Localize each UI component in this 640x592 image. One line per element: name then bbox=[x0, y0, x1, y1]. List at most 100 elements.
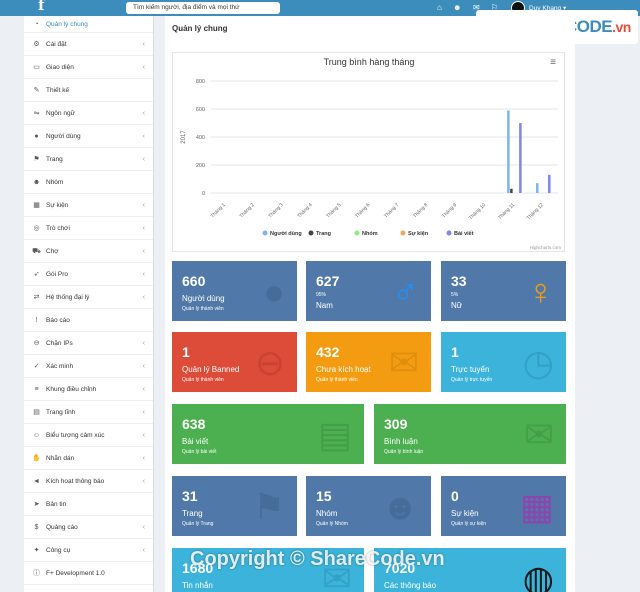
stat-sublink[interactable]: Quản lý thành viên bbox=[182, 306, 224, 312]
stat-label: Trực tuyến bbox=[451, 365, 490, 374]
sidebar-item-14[interactable]: ⊖ Chặn IPs ‹ bbox=[24, 332, 153, 355]
flag-icon: ⚑ bbox=[252, 486, 285, 527]
hand-icon: ✋ bbox=[32, 454, 41, 462]
sidebar-item-9[interactable]: ◎ Trò chơi ‹ bbox=[24, 217, 153, 240]
rocket-icon: ➶ bbox=[33, 270, 40, 278]
stat-sublink[interactable]: Quản lý bài viết bbox=[182, 449, 216, 455]
sidebar-item-8[interactable]: ▦ Sự kiện ‹ bbox=[24, 194, 153, 217]
chart-xtick-label: Tháng 10 bbox=[468, 202, 487, 221]
sidebar-item-label: Thiết kế bbox=[46, 86, 70, 94]
stat-sublink[interactable]: Quản lý bình luận bbox=[384, 449, 423, 455]
chevron-left-icon: ‹ bbox=[142, 362, 145, 370]
alert-icon: ! bbox=[35, 316, 38, 324]
page-title: Quản lý chung bbox=[172, 24, 228, 33]
chart-xtick-label: Tháng 9 bbox=[441, 202, 458, 219]
stat-card[interactable]: 660 Người dùng Quản lý thành viên ● bbox=[172, 261, 297, 321]
gear-icon: ⚙ bbox=[33, 40, 40, 48]
sidebar-item-2[interactable]: ▭ Giao diện ‹ bbox=[24, 56, 153, 79]
sidebar-item-4[interactable]: ⇋ Ngôn ngữ ‹ bbox=[24, 102, 153, 125]
sidebar-item-12[interactable]: ⇄ Hệ thống đại lý ‹ bbox=[24, 286, 153, 309]
chart-menu-icon: ≡ bbox=[550, 57, 556, 68]
stat-card[interactable]: 15 Nhóm Quản lý Nhóm ☻ bbox=[306, 476, 431, 536]
sidebar-item-1[interactable]: ⚙ Cài đặt ‹ bbox=[24, 33, 153, 56]
sidebar-item-label: Nhãn dán bbox=[46, 454, 75, 462]
sidebar-item-6[interactable]: ⚑ Trang ‹ bbox=[24, 148, 153, 171]
stat-sublink[interactable]: Quản lý thành viên bbox=[316, 377, 358, 383]
stat-card[interactable]: 627 95% Nam ♂ bbox=[306, 261, 431, 321]
sidebar-item-18[interactable]: ☺ Biểu tượng cảm xúc ‹ bbox=[24, 424, 153, 447]
sidebar-item-11[interactable]: ➶ Gói Pro ‹ bbox=[24, 263, 153, 286]
stat-sublink[interactable]: Quản lý trực tuyến bbox=[451, 377, 492, 383]
stat-label: Bình luận bbox=[384, 437, 418, 446]
chevron-left-icon: ‹ bbox=[142, 293, 145, 301]
search-input[interactable]: Tìm kiếm người, địa điểm và mọi thứ bbox=[126, 2, 280, 14]
stat-card[interactable]: 1 Trực tuyến Quản lý trực tuyến ◷ bbox=[441, 332, 566, 392]
sidebar-item-15[interactable]: ✓ Xác minh ‹ bbox=[24, 355, 153, 378]
chevron-left-icon: ‹ bbox=[142, 132, 145, 140]
sidebar-item-23[interactable]: ✦ Công cụ ‹ bbox=[24, 539, 153, 562]
chevron-left-icon: ‹ bbox=[142, 431, 145, 439]
chart-legend-marker bbox=[400, 230, 406, 236]
bullhorn-icon: ◄ bbox=[33, 477, 40, 485]
chart-legend-label: Người dùng bbox=[270, 231, 302, 237]
sidebar-item-label: Chặn IPs bbox=[46, 339, 73, 347]
stat-card[interactable]: 31 Trang Quản lý Trang ⚑ bbox=[172, 476, 297, 536]
stat-value: 638 bbox=[182, 416, 206, 432]
clock-icon: ◷ bbox=[522, 342, 554, 383]
sidebar-item-19[interactable]: ✋ Nhãn dán ‹ bbox=[24, 447, 153, 470]
sidebar-item-0[interactable]: ◔ Quản lý chung bbox=[24, 16, 153, 33]
site-logo-icon[interactable]: f bbox=[38, 0, 44, 14]
stat-value: 660 bbox=[182, 273, 206, 289]
male-icon: ♂ bbox=[392, 271, 419, 312]
chevron-left-icon: ‹ bbox=[142, 339, 145, 347]
stat-value: 309 bbox=[384, 416, 408, 432]
chart-xtick-label: Tháng 7 bbox=[383, 202, 400, 219]
stat-label: Các thông báo bbox=[384, 581, 437, 590]
language-icon: ⇋ bbox=[33, 109, 40, 117]
sidebar-item-22[interactable]: $ Quảng cáo ‹ bbox=[24, 516, 153, 539]
stat-card[interactable]: 309 Bình luận Quản lý bình luận ✉ bbox=[374, 404, 566, 464]
stat-sublink[interactable]: Quản lý Nhóm bbox=[316, 521, 348, 527]
chart-xtick-label: Tháng 2 bbox=[239, 202, 256, 219]
sidebar-item-13[interactable]: ! Báo cáo bbox=[24, 309, 153, 332]
chart-bar bbox=[519, 123, 522, 193]
stat-card[interactable]: 638 Bài viết Quản lý bài viết ▤ bbox=[172, 404, 364, 464]
chart-ytick-label: 800 bbox=[196, 79, 205, 85]
chart-bar bbox=[536, 183, 539, 193]
sidebar-item-24[interactable]: ⓘ F+ Development 1.0 bbox=[24, 562, 153, 585]
stat-sublink[interactable]: Quản lý Trang bbox=[182, 521, 213, 527]
stat-card[interactable]: 0 Sự kiện Quản lý sự kiện ▦ bbox=[441, 476, 566, 536]
stat-value: 15 bbox=[316, 488, 332, 504]
sidebar-item-17[interactable]: ▤ Trang tĩnh ‹ bbox=[24, 401, 153, 424]
copyright-watermark: Copyright © ShareCode.vn bbox=[190, 548, 445, 570]
sidebar-item-5[interactable]: ● Người dùng ‹ bbox=[24, 125, 153, 148]
stat-card[interactable]: 33 5% Nữ ♀ bbox=[441, 261, 566, 321]
smile-icon: ☺ bbox=[32, 431, 41, 439]
user-icon: ● bbox=[34, 132, 39, 140]
stat-value: 31 bbox=[182, 488, 198, 504]
sidebar-item-16[interactable]: ≡ Khung điều chỉnh ‹ bbox=[24, 378, 153, 401]
stat-sublink[interactable]: Quản lý sự kiện bbox=[451, 521, 486, 527]
sidebar-item-20[interactable]: ◄ Kích hoạt thông báo ‹ bbox=[24, 470, 153, 493]
sidebar-item-3[interactable]: ✎ Thiết kế bbox=[24, 79, 153, 102]
bars-icon: ≡ bbox=[34, 385, 39, 393]
stat-label: Quản lý Banned bbox=[182, 365, 240, 374]
cart-icon: ⛟ bbox=[32, 247, 41, 255]
chevron-left-icon: ‹ bbox=[142, 385, 145, 393]
home-icon[interactable]: ⌂ bbox=[437, 3, 442, 13]
wrench-icon: ✦ bbox=[33, 546, 40, 554]
stat-card[interactable]: 432 Chưa kích hoạt Quản lý thành viên ✉ bbox=[306, 332, 431, 392]
sidebar-item-label: Cài đặt bbox=[46, 40, 67, 48]
sidebar-item-10[interactable]: ⛟ Chợ ‹ bbox=[24, 240, 153, 263]
sidebar-item-label: Sự kiện bbox=[46, 201, 69, 209]
friend-requests-icon[interactable]: ☻ bbox=[453, 3, 461, 13]
sidebar-item-label: Gói Pro bbox=[46, 270, 69, 278]
stat-sublink[interactable]: Quản lý thành viên bbox=[182, 377, 224, 383]
chevron-left-icon: ‹ bbox=[142, 477, 145, 485]
sidebar-item-7[interactable]: ☻ Nhóm bbox=[24, 171, 153, 194]
chart-ytick-label: 400 bbox=[196, 135, 205, 141]
stat-label: Nam bbox=[316, 301, 333, 310]
sidebar-item-21[interactable]: ➤ Bản tin bbox=[24, 493, 153, 516]
stat-card[interactable]: 1 Quản lý Banned Quản lý thành viên ⊖ bbox=[172, 332, 297, 392]
block-icon: ⊖ bbox=[33, 339, 40, 347]
